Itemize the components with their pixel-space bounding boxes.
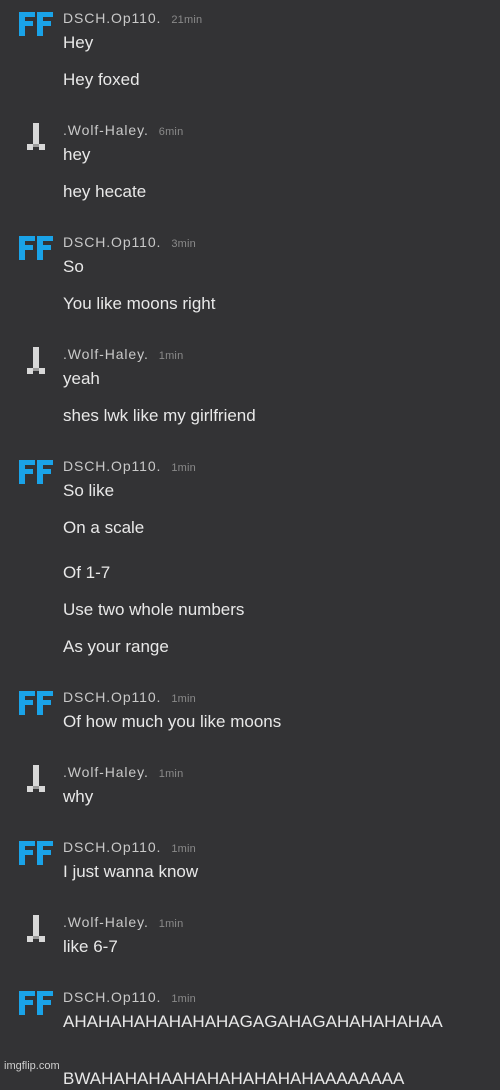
timestamp: 1min [158, 768, 184, 780]
message-text: Of 1-7 [63, 563, 111, 582]
username-text: .Wolf-Haley. [63, 346, 149, 362]
pixel-sword-icon[interactable] [18, 346, 54, 374]
imgflip-watermark: imgflip.com [4, 1060, 60, 1072]
username-text: .Wolf-Haley. [63, 764, 149, 780]
username[interactable]: DSCH.Op110. 1min [63, 839, 196, 855]
timestamp: 3min [171, 238, 196, 250]
username-text: DSCH.Op110. [63, 234, 162, 250]
username-text: .Wolf-Haley. [63, 914, 149, 930]
message-text: AHAHAHAHAHAHAHAGAGAHAGAHAHAHAHAA [63, 1012, 443, 1031]
message-text: So [63, 257, 84, 276]
username-text: DSCH.Op110. [63, 689, 162, 705]
message-text: Use two whole numbers [63, 600, 245, 619]
timestamp: 6min [158, 126, 184, 138]
username[interactable]: DSCH.Op110. 3min [63, 234, 196, 250]
message-text: Hey [63, 33, 94, 52]
username[interactable]: DSCH.Op110. 1min [63, 458, 196, 474]
pixel-sword-icon[interactable] [18, 122, 54, 150]
username-text: DSCH.Op110. [63, 989, 162, 1005]
message-text: shes lwk like my girlfriend [63, 406, 256, 425]
message-text: You like moons right [63, 294, 216, 313]
message-text: hey hecate [63, 182, 147, 201]
username[interactable]: DSCH.Op110. 21min [63, 10, 202, 26]
message-text: yeah [63, 369, 100, 388]
message-text: why [63, 787, 94, 806]
message-text: So like [63, 481, 115, 500]
ff-logo-icon[interactable] [18, 10, 54, 38]
username-text: .Wolf-Haley. [63, 122, 149, 138]
timestamp: 1min [158, 350, 184, 362]
message-text: Hey foxed [63, 70, 140, 89]
timestamp: 1min [171, 462, 196, 474]
message-text: hey [63, 145, 91, 164]
username[interactable]: .Wolf-Haley. 1min [63, 764, 183, 780]
timestamp: 21min [171, 14, 203, 26]
pixel-sword-icon[interactable] [18, 914, 54, 942]
username[interactable]: .Wolf-Haley. 1min [63, 914, 183, 930]
username-text: DSCH.Op110. [63, 458, 162, 474]
message-text: like 6-7 [63, 937, 118, 956]
username[interactable]: .Wolf-Haley. 6min [63, 122, 183, 138]
ff-logo-icon[interactable] [18, 458, 54, 486]
timestamp: 1min [171, 993, 196, 1005]
message-text: Of how much you like moons [63, 712, 282, 731]
username[interactable]: .Wolf-Haley. 1min [63, 346, 183, 362]
ff-logo-icon[interactable] [18, 234, 54, 262]
ff-logo-icon[interactable] [18, 989, 54, 1017]
message-text: I just wanna know [63, 862, 199, 881]
pixel-sword-icon[interactable] [18, 764, 54, 792]
timestamp: 1min [171, 843, 196, 855]
message-text: BWAHAHAHAAHAHAHAHAHAHAAAAAAAA [63, 1069, 405, 1088]
message-text: On a scale [63, 518, 145, 537]
timestamp: 1min [158, 918, 184, 930]
username[interactable]: DSCH.Op110. 1min [63, 689, 196, 705]
ff-logo-icon[interactable] [18, 839, 54, 867]
username[interactable]: DSCH.Op110. 1min [63, 989, 196, 1005]
ff-logo-icon[interactable] [18, 689, 54, 717]
message-text: As your range [63, 637, 169, 656]
username-text: DSCH.Op110. [63, 10, 162, 26]
username-text: DSCH.Op110. [63, 839, 162, 855]
timestamp: 1min [171, 693, 196, 705]
